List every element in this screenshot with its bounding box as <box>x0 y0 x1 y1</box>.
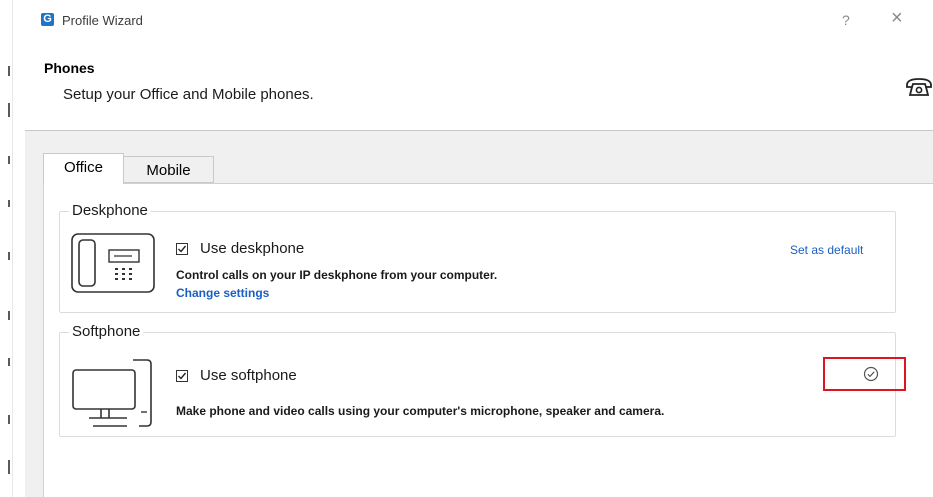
softphone-description: Make phone and video calls using your co… <box>176 404 665 418</box>
deskphone-description: Control calls on your IP deskphone from … <box>176 268 498 282</box>
page-title: Phones <box>44 60 95 76</box>
change-settings-link[interactable]: Change settings <box>176 286 269 300</box>
highlight-annotation <box>823 357 906 391</box>
page-subtitle: Setup your Office and Mobile phones. <box>63 86 314 103</box>
window-title: Profile Wizard <box>62 13 143 28</box>
close-button[interactable]: × <box>891 8 903 28</box>
tab-mobile[interactable]: Mobile <box>124 156 214 183</box>
app-logo-icon: G <box>41 13 54 26</box>
help-button[interactable]: ? <box>842 12 850 28</box>
title-bar: G Profile Wizard ? × <box>13 0 933 42</box>
use-deskphone-checkbox[interactable] <box>176 243 188 255</box>
phone-icon <box>906 78 932 96</box>
softphone-group <box>59 332 896 437</box>
computer-icon <box>72 359 152 427</box>
softphone-group-label: Softphone <box>69 323 144 340</box>
profile-wizard-dialog: G Profile Wizard ? × Phones Setup your O… <box>13 0 933 497</box>
set-as-default-link[interactable]: Set as default <box>790 243 863 257</box>
deskphone-group-label: Deskphone <box>69 202 151 219</box>
use-softphone-label[interactable]: Use softphone <box>200 367 297 384</box>
use-softphone-checkbox[interactable] <box>176 370 188 382</box>
background-window-edge <box>0 0 13 497</box>
deskphone-icon <box>71 233 155 293</box>
use-deskphone-label[interactable]: Use deskphone <box>200 240 304 257</box>
tab-office[interactable]: Office <box>43 153 124 184</box>
